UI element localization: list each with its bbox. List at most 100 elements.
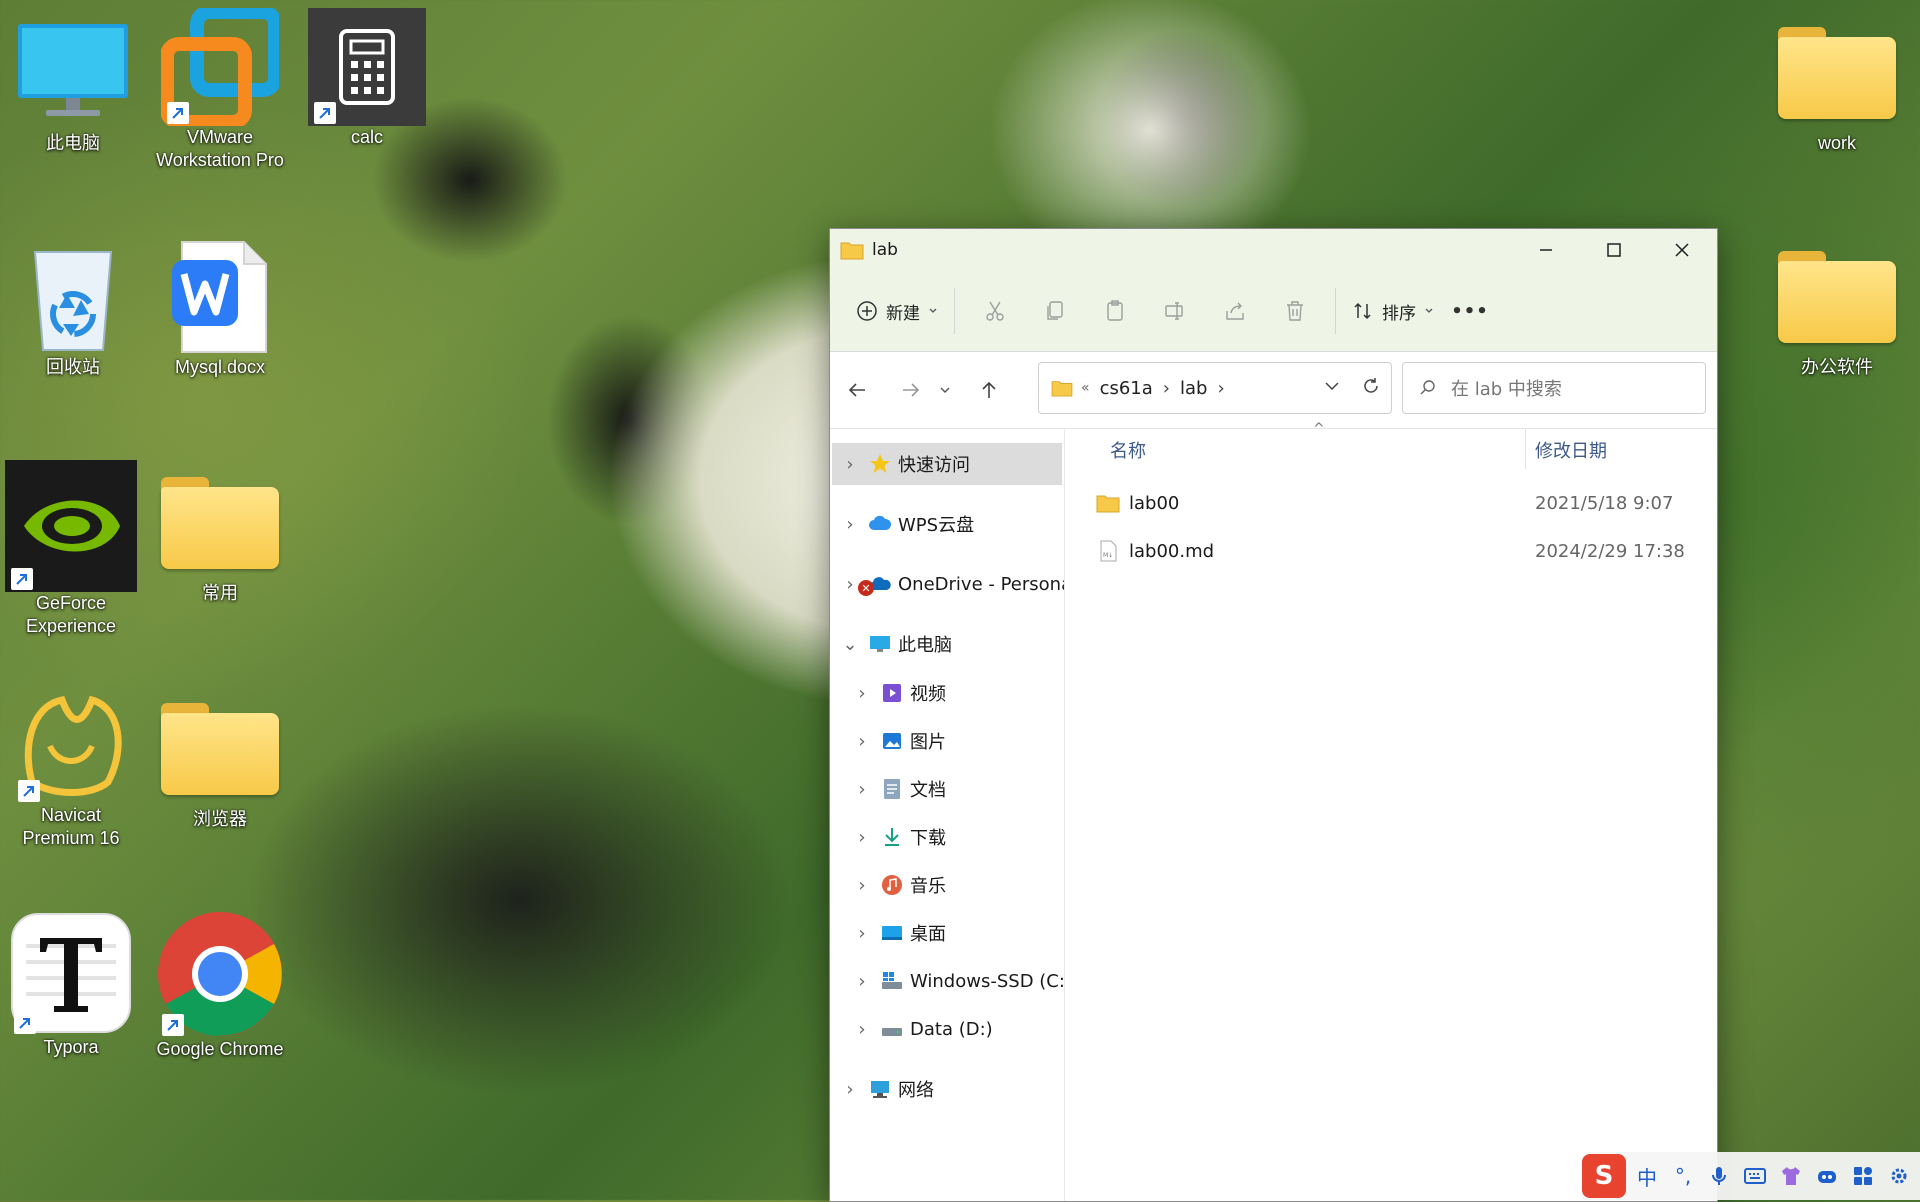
toolbar-separator [954,288,955,334]
recent-locations-button[interactable] [928,370,962,410]
nav-item-quick-access[interactable]: › 快速访问 [838,444,970,484]
nav-item-wps-cloud[interactable]: › WPS云盘 [838,504,974,544]
skin-icon[interactable] [1776,1161,1806,1191]
desktop-icon-navicat[interactable]: Navicat Premium 16 [6,686,136,851]
search-icon [1420,380,1435,395]
keyboard-icon[interactable] [1740,1161,1770,1191]
title-bar: lab [830,229,1717,271]
new-button[interactable]: 新建 [850,287,944,335]
minimize-icon [1540,249,1552,251]
chevron-down-icon [1425,308,1433,313]
desktop-icon-label: 常用 [202,583,238,603]
desktop-icon-chrome[interactable]: Google Chrome [155,910,285,1061]
microphone-icon[interactable] [1704,1161,1734,1191]
file-list-pane: ^ 名称 修改日期 lab00 2021/5/18 9:07 M↓ lab00.… [1065,421,1717,1201]
desktop-icon-calc[interactable]: calc [302,8,432,149]
breadcrumb-item-cs61a[interactable]: cs61a [1100,378,1153,399]
up-button[interactable] [964,370,1014,410]
address-dropdown-button[interactable] [1323,377,1341,400]
desktop-icon-vmware[interactable]: VMware Workstation Pro [155,8,285,173]
more-dots-icon: ••• [1451,300,1489,322]
nav-item-music[interactable]: › 音乐 [850,865,946,905]
cloud-icon [869,515,892,530]
nav-item-pictures[interactable]: › 图片 [850,721,946,761]
folder-icon [1096,495,1120,513]
back-button[interactable] [832,370,882,410]
desktop-icon-mysql-docx[interactable]: Mysql.docx [155,238,285,379]
desktop-icon-browser-folder[interactable]: 浏览器 [155,690,285,831]
nav-item-drive-c[interactable]: › Windows-SSD (C:) [850,961,1065,1001]
rename-button[interactable] [1145,287,1205,335]
desktop-icon-label: 此电脑 [46,133,100,153]
nav-item-drive-d[interactable]: › Data (D:) [850,1009,992,1049]
copy-button[interactable] [1025,287,1085,335]
chevron-right-icon: › [858,682,866,704]
arrow-left-icon [848,383,865,397]
refresh-button[interactable] [1361,376,1381,401]
copy-icon [1047,301,1063,320]
folder-icon [161,703,279,795]
address-bar[interactable]: « cs61a › lab › [1038,362,1392,414]
ime-chinese-toggle[interactable]: 中 [1632,1161,1662,1191]
more-options-button[interactable]: ••• [1440,287,1500,335]
share-button[interactable] [1205,287,1265,335]
desktop-icon-label: Typora [43,1037,99,1057]
desktop-icon-this-pc[interactable]: 此电脑 [8,14,138,155]
folder-icon [1051,381,1073,397]
windows-drive-icon [882,972,902,989]
chevron-down-icon [940,387,950,393]
toolbox-grid-icon[interactable] [1848,1161,1878,1191]
desktop-icon-recycle-bin[interactable]: 回收站 [8,238,138,379]
star-icon [870,454,890,473]
cut-button[interactable] [965,287,1025,335]
desktop-icon-geforce-experience[interactable]: GeForce Experience [5,460,137,639]
desktop-folder-icon [882,926,902,940]
desktop-icon-typora[interactable]: Typora [6,910,136,1059]
nav-item-desktop[interactable]: › 桌面 [850,913,946,953]
column-header-row: ^ 名称 修改日期 [1065,421,1717,469]
file-row[interactable]: lab00 2021/5/18 9:07 [1085,483,1717,523]
scissors-icon [986,301,1004,321]
desktop-icon-label: 办公软件 [1801,357,1873,377]
desktop-icon-label: 浏览器 [193,809,247,829]
robot-icon[interactable] [1812,1161,1842,1191]
maximize-button[interactable] [1580,229,1648,271]
breadcrumb-separator-icon: › [1162,377,1170,399]
desktop-icon-label: Mysql.docx [174,357,266,377]
nav-item-videos[interactable]: › 视频 [850,673,946,713]
ime-toolbar: S 中 °, [1582,1152,1920,1200]
nav-item-documents[interactable]: › 文档 [850,769,946,809]
search-input[interactable]: 在 lab 中搜索 [1402,362,1706,414]
nav-item-network[interactable]: › 网络 [838,1069,934,1109]
explorer-body: › 快速访问 › WPS云盘 › ✕ OneDrive - Personal ⌄ [830,421,1717,1201]
sogou-logo-icon[interactable]: S [1582,1154,1626,1198]
new-button-label: 新建 [886,303,920,324]
rename-icon [1165,302,1183,320]
nav-item-downloads[interactable]: › 下载 [850,817,946,857]
ime-punctuation-toggle[interactable]: °, [1668,1161,1698,1191]
breadcrumb-item-lab[interactable]: lab [1180,378,1207,399]
breadcrumb-overflow[interactable]: « [1081,380,1090,396]
column-divider [1525,429,1526,469]
minimize-button[interactable] [1512,229,1580,271]
file-row[interactable]: M↓ lab00.md 2024/2/29 17:38 [1085,531,1717,571]
desktop-icon-office-software[interactable]: 办公软件 [1772,238,1902,379]
chevron-right-icon: › [858,874,866,896]
settings-gear-icon[interactable] [1884,1161,1914,1191]
document-icon [884,779,900,799]
delete-button[interactable] [1265,287,1325,335]
nav-item-onedrive[interactable]: › ✕ OneDrive - Personal [838,564,1064,604]
chevron-right-icon: › [858,970,866,992]
clipboard-icon [1107,300,1123,321]
sort-button[interactable]: 排序 [1346,287,1440,335]
column-header-name[interactable]: 名称 [1110,437,1146,463]
close-button[interactable] [1648,229,1716,271]
paste-button[interactable] [1085,287,1145,335]
nav-item-this-pc[interactable]: ⌄ 此电脑 [838,624,952,664]
chevron-right-icon: › [858,778,866,800]
desktop-icon-common[interactable]: 常用 [155,464,285,605]
shortcut-arrow-icon [14,1012,36,1034]
desktop-icon-work[interactable]: work [1772,14,1902,155]
nav-item-label: Windows-SSD (C:) [910,970,1065,992]
column-header-modified[interactable]: 修改日期 [1535,437,1607,463]
